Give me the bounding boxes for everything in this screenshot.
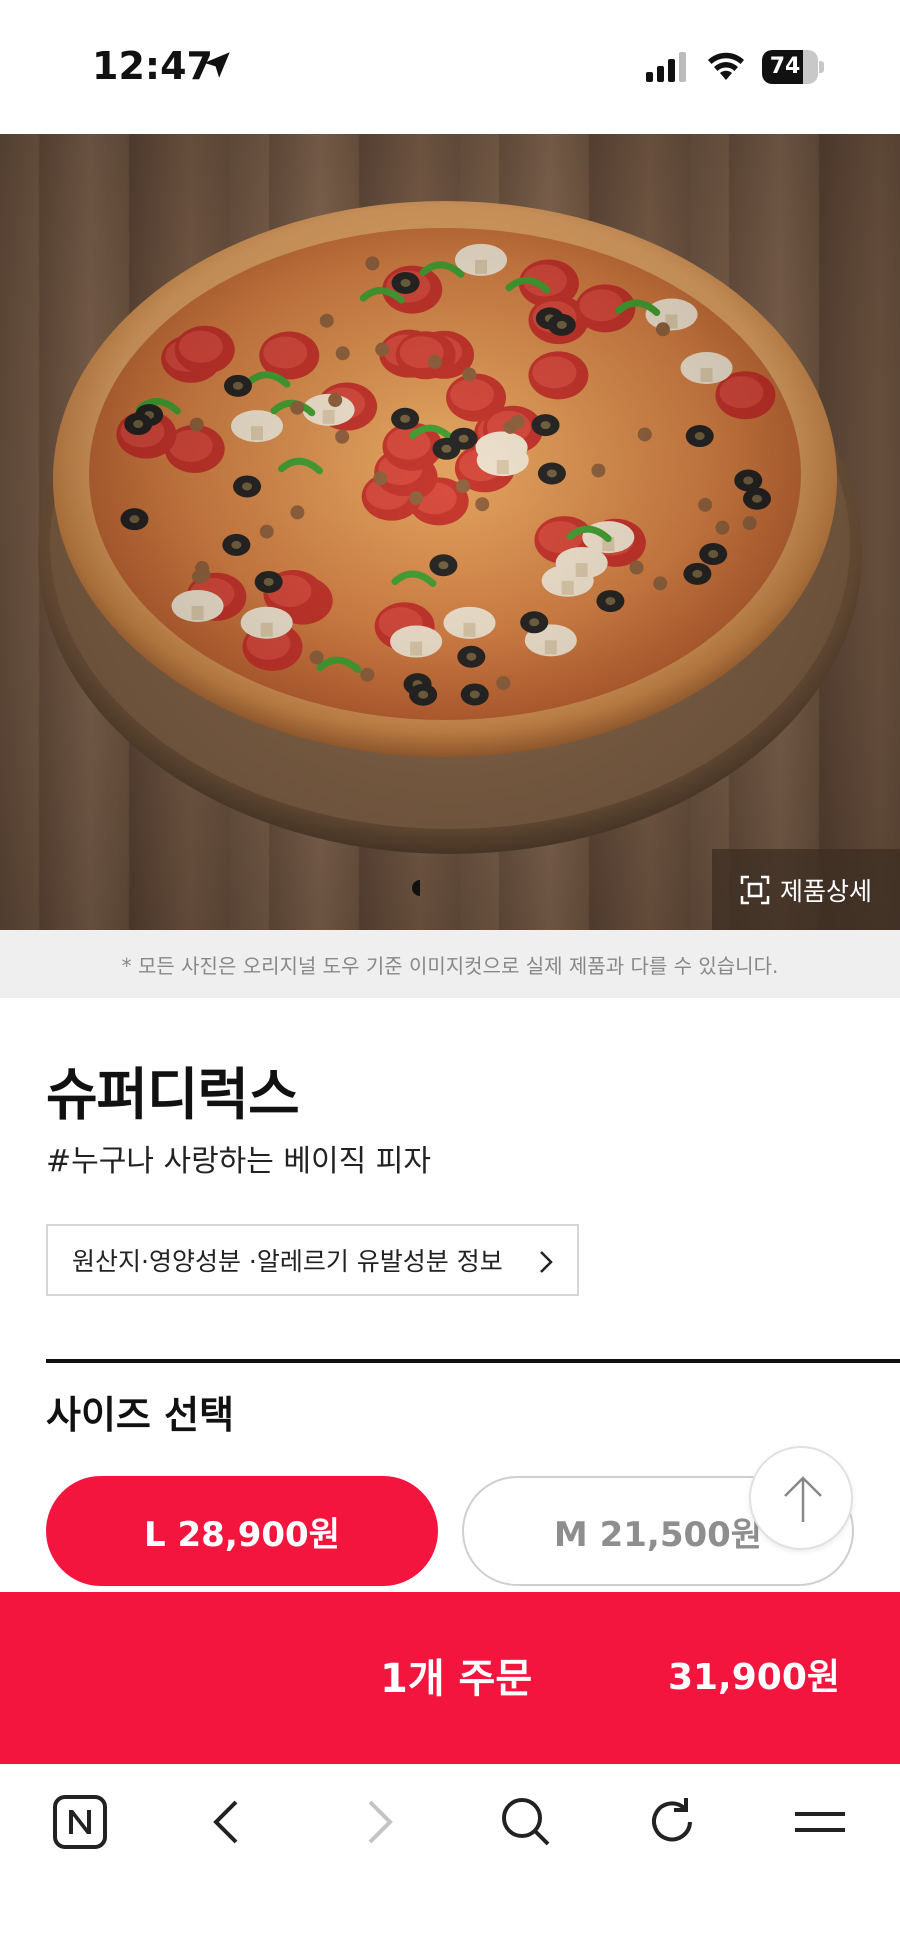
- location-arrow-icon: [204, 52, 230, 78]
- size-option-large[interactable]: L 28,900원: [46, 1476, 438, 1586]
- status-bar: 12:47 74: [0, 0, 900, 134]
- page-indicator-dot: [412, 880, 420, 896]
- browser-toolbar: [0, 1764, 900, 1951]
- chevron-right-icon: [540, 1251, 553, 1273]
- forward-icon[interactable]: [348, 1792, 408, 1852]
- back-icon[interactable]: [198, 1792, 258, 1852]
- product-title: 슈퍼디럭스: [46, 1063, 300, 1128]
- product-detail-button[interactable]: 제품상세: [712, 849, 900, 930]
- product-detail-label: 제품상세: [779, 876, 872, 906]
- wifi-icon: [708, 52, 744, 80]
- size-section-title: 사이즈 선택: [46, 1393, 235, 1437]
- scroll-to-top-button[interactable]: [749, 1446, 853, 1550]
- expand-frame-icon: [740, 875, 770, 904]
- search-icon[interactable]: [496, 1792, 556, 1852]
- order-button[interactable]: 1개 주문 31,900원: [0, 1592, 900, 1764]
- naver-n-icon[interactable]: [50, 1792, 110, 1852]
- product-image[interactable]: 제품상세: [0, 134, 900, 930]
- order-total-price: 31,900원: [667, 1657, 840, 1698]
- order-quantity-label: 1개 주문: [380, 1656, 533, 1702]
- refresh-icon[interactable]: [642, 1792, 702, 1852]
- section-divider: [46, 1359, 900, 1363]
- menu-icon[interactable]: [790, 1792, 850, 1852]
- status-time: 12:47: [92, 44, 213, 88]
- image-disclaimer: * 모든 사진은 오리지널 도우 기준 이미지컷으로 실제 제품과 다를 수 있…: [0, 930, 900, 998]
- battery-percent: 74: [769, 54, 801, 79]
- cellular-signal-icon: [646, 52, 686, 82]
- nutrition-allergen-info-button[interactable]: 원산지·영양성분 ·알레르기 유발성분 정보: [46, 1224, 579, 1296]
- info-button-label: 원산지·영양성분 ·알레르기 유발성분 정보: [72, 1247, 503, 1276]
- product-tagline: #누구나 사랑하는 베이직 피자: [46, 1144, 431, 1179]
- battery-icon: 74: [762, 50, 824, 84]
- arrow-up-icon: [784, 1476, 822, 1522]
